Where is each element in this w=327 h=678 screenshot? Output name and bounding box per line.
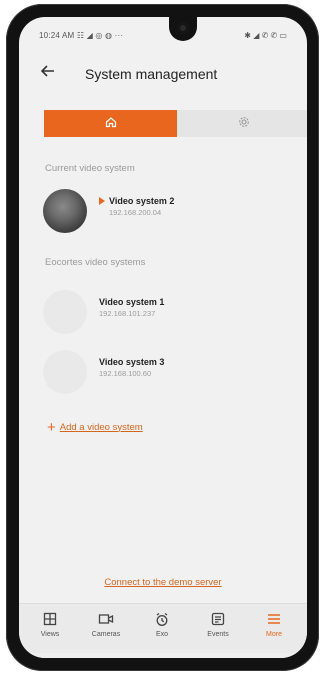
events-icon (190, 610, 246, 628)
nav-exo[interactable]: Exo (134, 610, 190, 638)
plus-icon: + (47, 418, 56, 436)
page-title: System management (85, 66, 218, 82)
nav-events[interactable]: Events (190, 610, 246, 638)
grid-icon (22, 610, 78, 628)
system-avatar (43, 350, 87, 394)
current-system-item[interactable]: Video system 2 192.168.200.04 (43, 189, 303, 239)
android-system-nav: ■ ◉ ◂ (19, 653, 307, 658)
system-ip: 192.168.101.237 (99, 309, 156, 318)
nav-cameras-label: Cameras (91, 631, 121, 638)
play-indicator-icon (99, 197, 105, 205)
nav-events-label: Events (207, 631, 229, 638)
current-system-ip: 192.168.200.04 (109, 208, 162, 217)
system-name: Video system 1 (99, 297, 165, 307)
add-video-system-label: Add a video system (59, 421, 143, 433)
system-item-1[interactable]: Video system 1 192.168.101.237 (43, 290, 303, 340)
nav-views-label: Views (40, 631, 60, 638)
system-avatar (43, 290, 87, 334)
screen: 10:24 AM ☷ ◢ ◎ ◍ ··· ✱ ◢ ✆ ✆ ▭ System ma… (19, 17, 307, 658)
settings-icon (238, 115, 250, 133)
nav-views[interactable]: Views (22, 610, 78, 638)
header: System management (19, 61, 307, 89)
system-name: Video system 3 (99, 357, 165, 367)
home-icon (105, 115, 117, 133)
system-ip: 192.168.100.60 (99, 369, 152, 378)
add-video-system-link[interactable]: + Add a video system (47, 419, 143, 435)
nav-more[interactable]: More (246, 610, 302, 638)
other-systems-section-label: Eocortes video systems (45, 257, 146, 268)
recents-button[interactable]: ■ (109, 657, 114, 658)
mode-tabs (44, 110, 307, 137)
nav-exo-label: Exo (155, 631, 169, 638)
back-button[interactable]: ◂ (211, 657, 216, 658)
current-system-name: Video system 2 (109, 196, 175, 206)
back-arrow-icon[interactable] (40, 64, 55, 82)
bottom-nav: Views Cameras Exo Events More (19, 603, 307, 654)
alarm-clock-icon (134, 610, 190, 628)
nav-more-label: More (266, 631, 282, 638)
camera-icon (78, 610, 134, 628)
connect-demo-server-link[interactable]: Connect to the demo server (19, 577, 307, 588)
status-bar: 10:24 AM ☷ ◢ ◎ ◍ ··· ✱ ◢ ✆ ✆ ▭ (39, 31, 287, 45)
tab-settings[interactable] (177, 110, 307, 137)
phone-frame: 10:24 AM ☷ ◢ ◎ ◍ ··· ✱ ◢ ✆ ✆ ▭ System ma… (6, 4, 319, 671)
current-system-section-label: Current video system (45, 163, 135, 174)
tab-home[interactable] (44, 110, 177, 137)
nav-cameras[interactable]: Cameras (78, 610, 134, 638)
status-time: 10:24 AM ☷ ◢ ◎ ◍ ··· (39, 31, 124, 40)
system-item-3[interactable]: Video system 3 192.168.100.60 (43, 350, 303, 400)
status-icons: ✱ ◢ ✆ ✆ ▭ (244, 31, 287, 40)
menu-icon (246, 610, 302, 628)
camera-thumbnail (43, 189, 87, 233)
home-button[interactable]: ◉ (159, 657, 167, 658)
